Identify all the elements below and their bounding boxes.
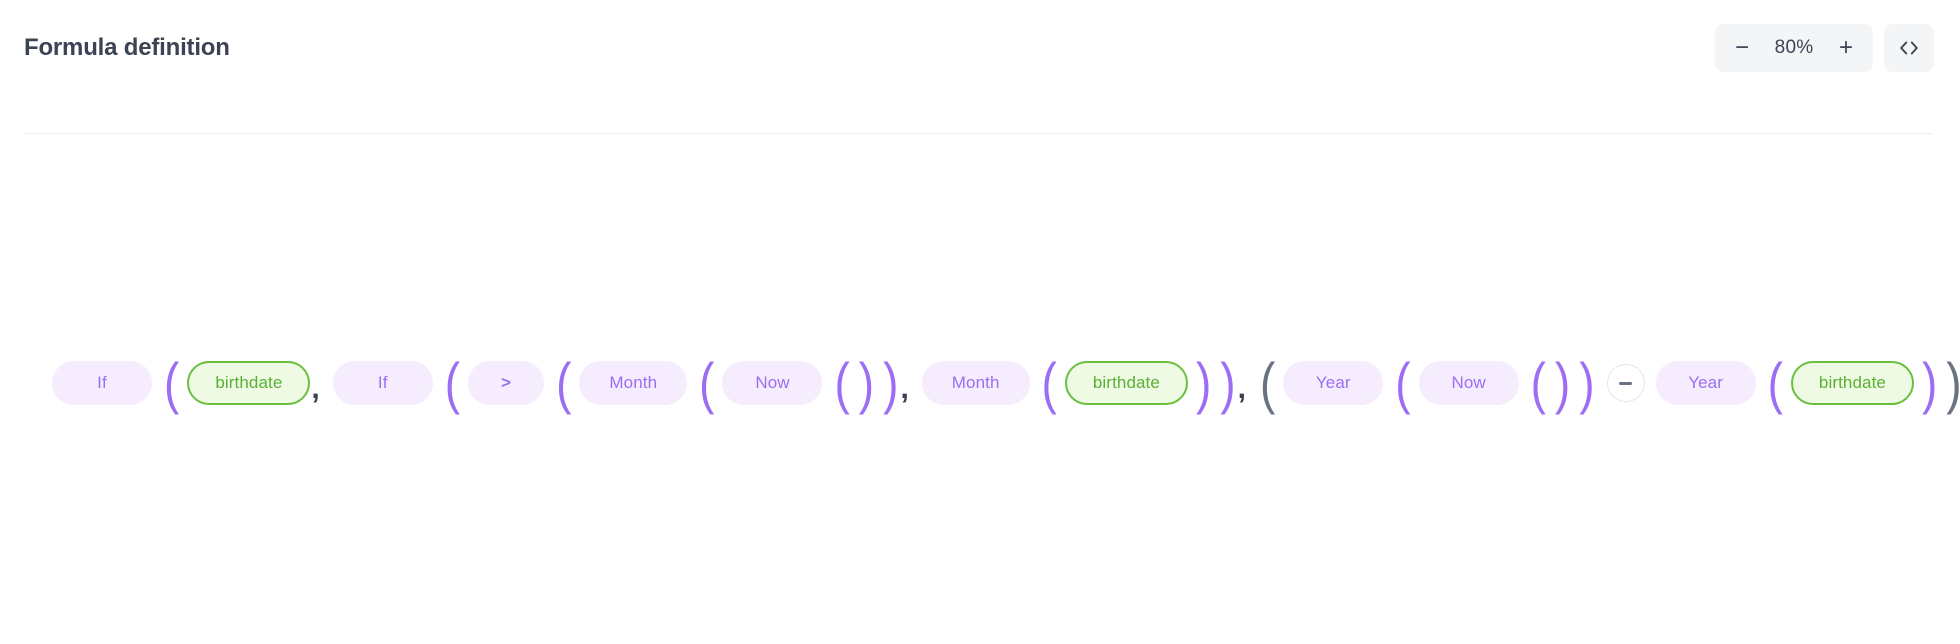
minus-icon: − xyxy=(1734,33,1749,61)
code-view-button[interactable] xyxy=(1884,23,1934,72)
formula-chip-field[interactable]: birthdate xyxy=(187,361,311,405)
formula-chip-function[interactable]: If xyxy=(52,361,152,405)
formula-chip-operator[interactable]: > xyxy=(468,361,545,405)
formula-chip-field[interactable]: birthdate xyxy=(1790,361,1914,405)
zoom-out-button[interactable]: − xyxy=(1721,27,1763,69)
page-title: Formula definition xyxy=(24,33,230,61)
zoom-level-value: 80% xyxy=(1774,36,1814,58)
formula-chip-function[interactable]: Year xyxy=(1655,361,1756,405)
formula-chip-field[interactable]: birthdate xyxy=(1064,361,1188,405)
plus-icon: + xyxy=(1838,33,1853,61)
formula-chip-function[interactable]: Now xyxy=(1418,361,1519,405)
panel-header: Formula definition − 80% + xyxy=(0,0,1960,133)
formula-chip-function[interactable]: Month xyxy=(921,361,1030,405)
code-brackets-icon xyxy=(1900,41,1918,54)
formula-chip-function[interactable]: Month xyxy=(579,361,688,405)
formula-definition-panel: Formula definition − 80% + If(birthdate,… xyxy=(0,0,1960,644)
formula-chip-function[interactable]: Now xyxy=(722,361,823,405)
zoom-in-button[interactable]: + xyxy=(1825,27,1867,69)
minus-icon xyxy=(1619,381,1633,385)
formula-chip-minus-operator[interactable] xyxy=(1606,364,1645,402)
zoom-control-group: − 80% + xyxy=(1715,23,1873,72)
formula-chip-function[interactable]: If xyxy=(332,361,433,405)
header-controls: − 80% + xyxy=(1715,23,1934,110)
formula-chip-function[interactable]: Year xyxy=(1283,361,1384,405)
formula-canvas[interactable]: If(birthdate, If(>(Month(Now()), Month(bir… xyxy=(0,134,1960,644)
formula-token-row: If(birthdate, If(>(Month(Now()), Month(bir… xyxy=(0,360,1960,406)
